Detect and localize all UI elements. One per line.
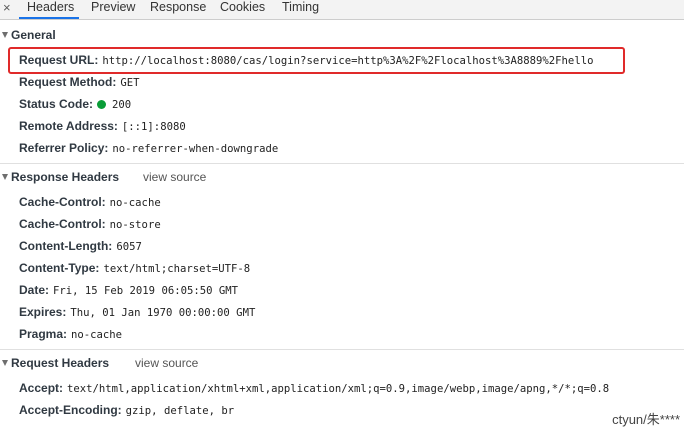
section-divider — [0, 349, 684, 350]
header-value: text/html,application/xhtml+xml,applicat… — [67, 383, 610, 395]
header-value: [::1]:8080 — [121, 121, 186, 133]
header-value: gzip, deflate, br — [125, 405, 235, 417]
devtools-tab-bar: × Headers Preview Response Cookies Timin… — [0, 0, 684, 20]
response-headers-section-toggle[interactable]: Response Headers — [0, 168, 119, 187]
header-row: Cache-Control: no-store — [19, 215, 161, 233]
tab-headers[interactable]: Headers — [19, 0, 79, 19]
request-view-source-link[interactable]: view source — [135, 354, 198, 373]
header-value: 6057 — [116, 241, 142, 253]
header-row: Accept: text/html,application/xhtml+xml,a… — [19, 379, 609, 397]
header-row: Cache-Control: no-cache — [19, 193, 161, 211]
watermark-text: ctyun/朱**** — [608, 410, 680, 430]
header-key: Status Code: — [19, 97, 94, 111]
header-row: Remote Address: [::1]:8080 — [19, 117, 186, 135]
tab-cookies[interactable]: Cookies — [220, 0, 265, 19]
header-key: Referrer Policy: — [19, 141, 109, 155]
header-value: http://localhost:8080/cas/login?service=… — [102, 55, 594, 67]
header-row: Status Code: 200 — [19, 95, 131, 113]
header-row: Accept-Encoding: gzip, deflate, br — [19, 401, 234, 419]
status-ok-icon — [97, 100, 107, 109]
header-key: Remote Address: — [19, 119, 118, 133]
response-view-source-link[interactable]: view source — [143, 168, 206, 187]
response-headers-title: Response Headers — [11, 170, 120, 184]
header-key: Accept: — [19, 381, 64, 395]
header-key: Expires: — [19, 305, 67, 319]
header-value: 200 — [112, 99, 132, 111]
header-value: Fri, 15 Feb 2019 06:05:50 GMT — [53, 285, 238, 297]
tab-timing[interactable]: Timing — [282, 0, 319, 19]
header-value: Thu, 01 Jan 1970 00:00:00 GMT — [70, 307, 256, 319]
header-value: GET — [120, 77, 140, 89]
request-headers-section-toggle[interactable]: Request Headers — [0, 354, 109, 373]
header-key: Request URL: — [19, 53, 99, 67]
header-value: no-store — [109, 219, 161, 231]
general-section-toggle[interactable]: General — [0, 26, 56, 45]
header-value: no-cache — [109, 197, 161, 209]
header-row: Expires: Thu, 01 Jan 1970 00:00:00 GMT — [19, 303, 255, 321]
request-headers-title: Request Headers — [11, 356, 110, 370]
header-value: no-cache — [71, 329, 123, 341]
header-row: Content-Type: text/html;charset=UTF-8 — [19, 259, 250, 277]
header-key: Date: — [19, 283, 50, 297]
tab-preview[interactable]: Preview — [91, 0, 135, 19]
general-section-title: General — [11, 28, 56, 42]
close-icon[interactable]: × — [3, 0, 11, 18]
header-value: no-referrer-when-downgrade — [112, 143, 279, 155]
header-row: Content-Length: 6057 — [19, 237, 142, 255]
header-key: Pragma: — [19, 327, 68, 341]
header-row: Referrer Policy: no-referrer-when-downgra… — [19, 139, 278, 157]
tab-response[interactable]: Response — [150, 0, 206, 19]
expand-triangle-icon — [2, 32, 8, 39]
header-key: Cache-Control: — [19, 217, 106, 231]
header-key: Content-Type: — [19, 261, 100, 275]
header-key: Cache-Control: — [19, 195, 106, 209]
section-divider — [0, 163, 684, 164]
header-row: Request URL: http://localhost:8080/cas/lo… — [19, 51, 593, 69]
header-key: Content-Length: — [19, 239, 113, 253]
expand-triangle-icon — [2, 174, 8, 181]
header-value: text/html;charset=UTF-8 — [103, 263, 251, 275]
header-row: Request Method: GET — [19, 73, 139, 91]
header-row: Pragma: no-cache — [19, 325, 122, 343]
expand-triangle-icon — [2, 360, 8, 367]
header-key: Accept-Encoding: — [19, 403, 122, 417]
header-key: Request Method: — [19, 75, 117, 89]
header-row: Date: Fri, 15 Feb 2019 06:05:50 GMT — [19, 281, 238, 299]
